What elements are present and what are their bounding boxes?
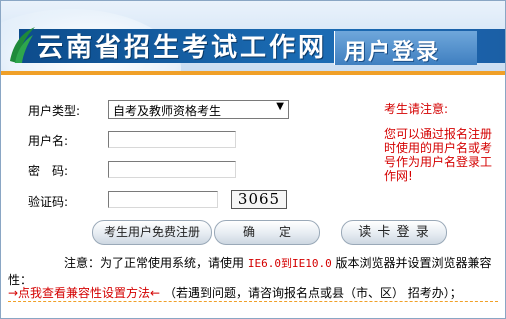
confirm-button[interactable]: 确 定: [214, 220, 320, 245]
username-label: 用户名:: [28, 134, 69, 148]
dropdown-arrow-icon[interactable]: ▼: [276, 101, 284, 112]
site-title: 云南省招生考试工作网: [37, 33, 328, 63]
user-type-select[interactable]: 自考及教师资格考生 ▼: [108, 100, 289, 119]
captcha-label: 验证码:: [28, 195, 69, 209]
footer-divider: [8, 301, 498, 302]
captcha-input[interactable]: [108, 191, 218, 208]
user-type-label: 用户类型:: [28, 104, 81, 118]
captcha-image[interactable]: 3065: [231, 190, 287, 209]
login-heading: 用户登录: [344, 40, 441, 65]
register-button[interactable]: 考生用户免费注册: [92, 220, 212, 245]
username-input[interactable]: [108, 131, 236, 148]
login-panel: 云南省招生考试工作网 用户登录 用户类型: 自考及教师资格考生 ▼ 用户名: 密…: [0, 0, 506, 319]
password-input[interactable]: [108, 161, 236, 178]
notice-ie-range: IE6.0到IE10.0: [247, 257, 332, 270]
compat-line: →点我查看兼容性设置方法← （若遇到问题，请咨询报名点或县（市、区） 招考办）；: [8, 284, 462, 301]
user-type-value: 自考及教师资格考生: [113, 104, 222, 118]
notice-prefix: 注意：为了正常使用系统，请使用: [64, 256, 245, 270]
card-login-button[interactable]: 读 卡 登 录: [341, 220, 447, 245]
contact-text: （若遇到问题，请咨询报名点或县（市、区） 招考办）；: [163, 286, 462, 300]
banner-divider: [1, 71, 505, 75]
logo-icon: [10, 27, 35, 63]
hint-title: 考生请注意:: [384, 102, 449, 116]
site-banner: 云南省招生考试工作网 用户登录: [1, 1, 505, 75]
password-label: 密 码:: [28, 164, 69, 178]
hint-body: 您可以通过报名注册时使用的用户名或考号作为用户名登录工作网!: [384, 127, 493, 183]
compat-settings-link[interactable]: →点我查看兼容性设置方法←: [8, 286, 160, 300]
